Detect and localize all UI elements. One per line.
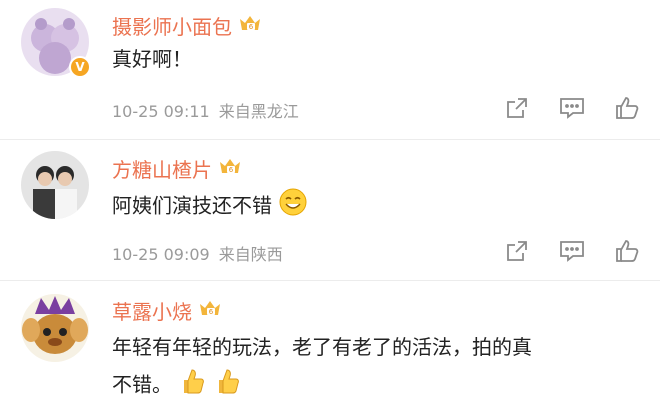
verified-badge-icon: V — [69, 56, 91, 78]
smile-emoji — [278, 187, 308, 227]
comment-text-body: 阿姨们演技还不错 — [112, 193, 272, 218]
comment-text-line2: 不错。 — [112, 366, 241, 406]
avatar[interactable]: V — [21, 8, 91, 78]
username[interactable]: 摄影师小面包 6 — [112, 11, 262, 40]
comment-text: 年轻有年轻的玩法，老了有老了的活法，拍的真 — [112, 335, 532, 359]
location: 来自陕西 — [218, 245, 283, 264]
like-icon[interactable] — [612, 93, 642, 123]
comment-item: V 摄影师小面包 6 真好啊！ 10-25 09:11 来自黑龙江 — [0, 0, 660, 140]
username[interactable]: 方糖山楂片 6 — [112, 154, 242, 183]
timestamp: 10-25 09:11 — [112, 102, 210, 121]
username-text[interactable]: 方糖山楂片 — [112, 154, 212, 183]
share-icon[interactable] — [502, 236, 532, 266]
username-text[interactable]: 草露小烧 — [112, 296, 192, 325]
comment-text-body: 不错。 — [112, 372, 172, 397]
timestamp: 10-25 09:09 — [112, 245, 210, 264]
action-bar — [477, 93, 642, 123]
crown-icon: 6 — [238, 13, 262, 38]
comment-icon[interactable] — [557, 93, 587, 123]
share-icon[interactable] — [502, 93, 532, 123]
comment-text: 真好啊！ — [112, 47, 192, 71]
comment-text: 阿姨们演技还不错 — [112, 187, 308, 227]
comment-item: 方糖山楂片 6 阿姨们演技还不错 10-25 09:09 来自陕西 — [0, 140, 660, 280]
comment-meta: 10-25 09:11 来自黑龙江 — [112, 98, 299, 122]
comment-item: 草露小烧 6 年轻有年轻的玩法，老了有老了的活法，拍的真 不错。 — [0, 281, 660, 405]
avatar[interactable] — [21, 151, 89, 219]
like-icon[interactable] — [612, 236, 642, 266]
username[interactable]: 草露小烧 6 — [112, 296, 222, 325]
thumbs-up-emoji — [213, 366, 241, 406]
comment-icon[interactable] — [557, 236, 587, 266]
comment-meta: 10-25 09:09 来自陕西 — [112, 241, 283, 265]
svg-text:6: 6 — [209, 308, 214, 316]
svg-text:6: 6 — [249, 23, 254, 31]
crown-icon: 6 — [198, 298, 222, 323]
action-bar — [477, 236, 642, 266]
thumbs-up-emoji — [178, 366, 206, 406]
avatar[interactable] — [21, 294, 89, 362]
location: 来自黑龙江 — [218, 102, 299, 121]
crown-icon: 6 — [218, 156, 242, 181]
svg-text:6: 6 — [229, 166, 234, 174]
username-text[interactable]: 摄影师小面包 — [112, 11, 232, 40]
